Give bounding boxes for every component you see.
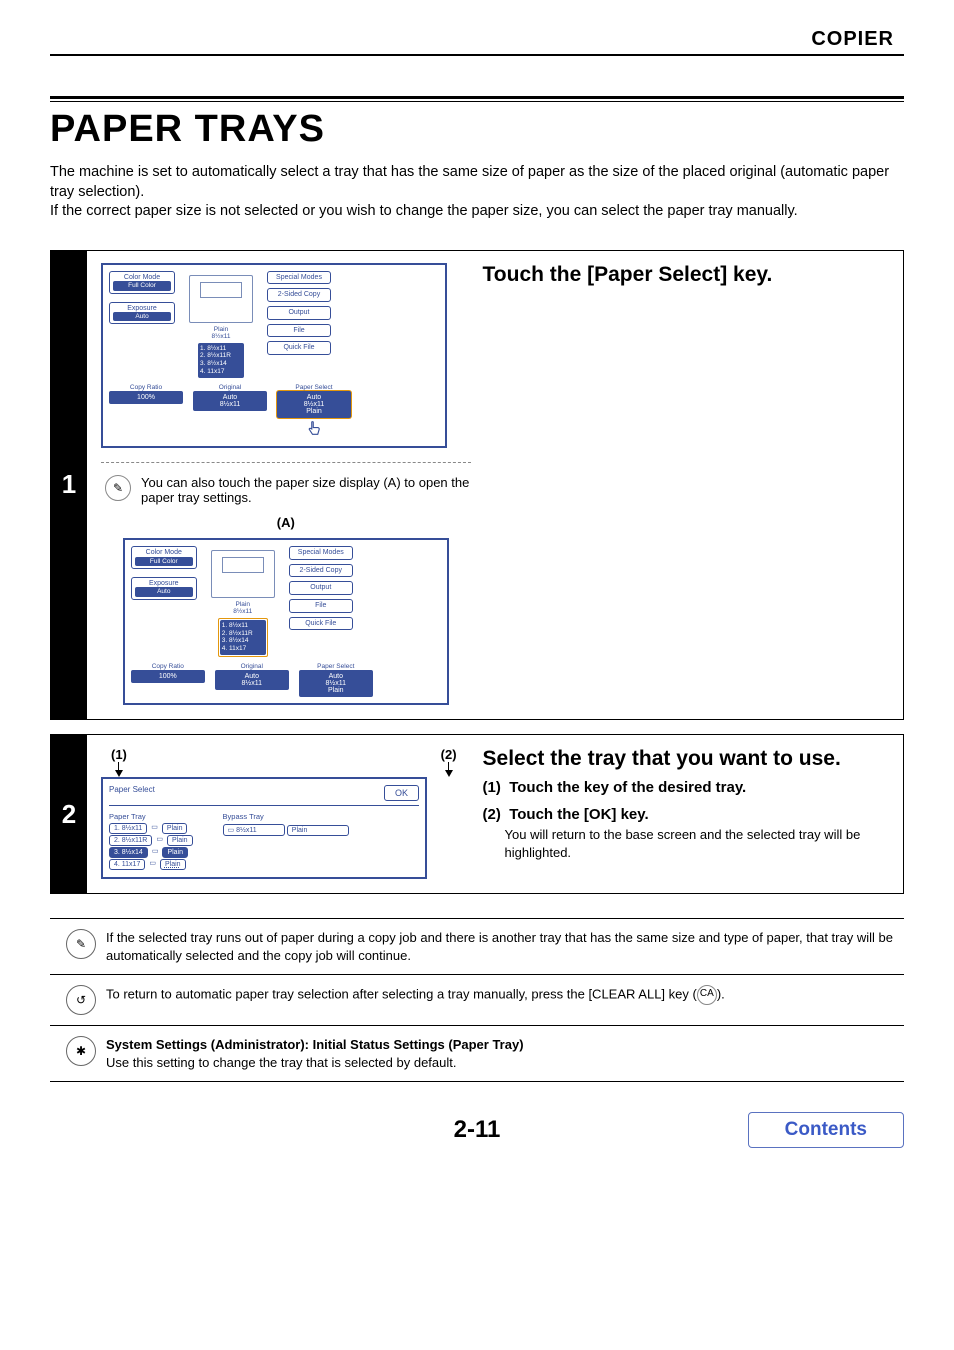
step-1-hint: You can also touch the paper size displa…: [141, 475, 471, 505]
machine-icon: [189, 275, 253, 323]
section-header: COPIER: [811, 28, 904, 51]
two-sided-key[interactable]: 2-Sided Copy: [267, 288, 331, 302]
step-1-heading: Touch the [Paper Select] key.: [483, 263, 889, 287]
color-mode-key[interactable]: Color Mode Full Color: [109, 271, 175, 294]
tray-list-highlighted[interactable]: 1. 8½x112. 8½x11R3. 8½x144. 11x17: [220, 620, 266, 655]
file-key[interactable]: File: [267, 324, 331, 338]
step-2-item-2-num: (2): [483, 806, 501, 823]
touch-pointer-icon: [277, 420, 351, 440]
tray-list: 1. 8½x11 2. 8½x11R 3. 8½x14 4. 11x17: [198, 343, 244, 378]
step-2-sub: You will return to the base screen and t…: [505, 826, 889, 861]
step-2-number: 2: [51, 735, 87, 893]
gear-icon: ✱: [66, 1036, 96, 1066]
note-gear-title: System Settings (Administrator): Initial…: [106, 1037, 524, 1052]
pencil-icon: ✎: [105, 475, 131, 501]
copy-ratio-key[interactable]: 100%: [109, 391, 183, 404]
bypass-tray-button[interactable]: ▭ 8½x11: [223, 824, 285, 836]
paper-select-title: Paper Select: [109, 785, 155, 801]
special-modes-key[interactable]: Special Modes: [267, 271, 331, 285]
output-key[interactable]: Output: [267, 306, 331, 320]
paper-select-key[interactable]: Auto 8½x11 Plain: [277, 391, 351, 418]
quick-file-key[interactable]: Quick File: [267, 341, 331, 355]
callout-a: (A): [101, 515, 471, 530]
step-2-item-1-num: (1): [483, 779, 501, 796]
clear-all-icon: CA: [697, 985, 717, 1005]
step-2-heading: Select the tray that you want to use.: [483, 747, 889, 771]
note-pencil: If the selected tray runs out of paper d…: [106, 929, 898, 964]
paper-tray-heading: Paper Tray: [109, 812, 193, 821]
page-number: 2-11: [454, 1116, 501, 1144]
tray-3-button[interactable]: 3. 8½x14: [109, 847, 148, 858]
control-panel: Color Mode Full Color Exposure Auto: [101, 263, 447, 448]
intro-line-2: If the correct paper size is not selecte…: [50, 202, 904, 222]
intro-line-1: The machine is set to automatically sele…: [50, 163, 904, 202]
tray-2-button[interactable]: 2. 8½x11R: [109, 835, 152, 846]
control-panel-a: Color ModeFull Color ExposureAuto Plain8…: [123, 538, 449, 705]
step-1-number: 1: [51, 251, 87, 719]
back-arrow-icon: ↺: [66, 985, 96, 1015]
note-back: To return to automatic paper tray select…: [106, 985, 725, 1005]
tray-4-button[interactable]: 4. 11x17: [109, 859, 145, 870]
note-gear-body: Use this setting to change the tray that…: [106, 1055, 456, 1070]
page-title: PAPER TRAYS: [50, 108, 904, 151]
step-2-item-1: Touch the key of the desired tray.: [509, 779, 746, 796]
paren-1: (1): [111, 747, 127, 762]
pencil-icon: ✎: [66, 929, 96, 959]
contents-button[interactable]: Contents: [748, 1112, 904, 1148]
tray-1-button[interactable]: 1. 8½x11: [109, 823, 147, 834]
original-key[interactable]: Auto 8½x11: [193, 391, 267, 411]
paper-select-screen: Paper Select OK Paper Tray 1. 8½x11▭Plai…: [101, 777, 427, 879]
paren-2: (2): [441, 747, 457, 762]
ok-button[interactable]: OK: [384, 785, 419, 801]
exposure-key[interactable]: Exposure Auto: [109, 302, 175, 325]
step-2-item-2: Touch the [OK] key.: [509, 806, 648, 823]
bypass-tray-heading: Bypass Tray: [223, 812, 349, 821]
